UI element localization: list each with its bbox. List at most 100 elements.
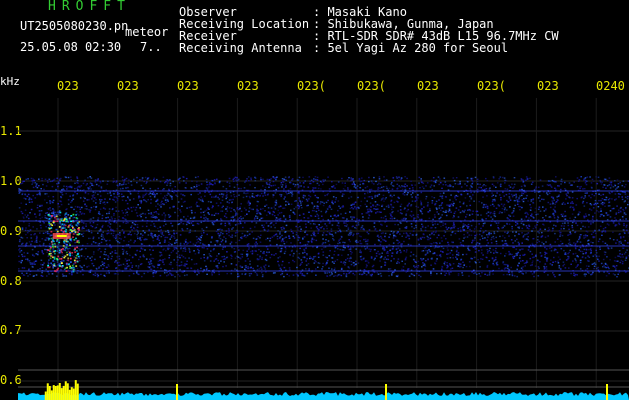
noise-pixel [623,186,626,188]
noise-pixel [128,275,131,277]
noise-pixel [29,262,31,264]
noise-pixel [371,273,373,276]
noise-pixel [45,185,48,187]
noise-pixel [521,268,524,271]
noise-pixel [522,181,525,183]
noise-pixel [303,248,305,251]
noise-pixel [582,225,584,228]
noise-pixel [520,178,523,180]
noise-pixel [444,196,447,198]
noise-pixel [162,249,164,251]
noise-pixel [242,249,245,252]
noise-pixel [111,255,113,258]
noise-pixel [247,200,250,202]
noise-pixel [524,253,526,256]
noise-pixel [248,204,251,206]
noise-pixel [433,180,435,183]
noise-pixel [525,272,527,274]
noise-pixel [583,237,585,239]
noise-pixel [453,215,455,218]
noise-pixel [451,231,453,234]
noise-pixel [211,272,213,274]
noise-pixel [306,254,308,256]
noise-pixel [176,256,179,258]
noise-pixel [108,208,111,210]
noise-pixel [214,244,216,246]
noise-pixel [448,204,450,206]
noise-pixel [478,249,480,252]
noise-pixel [228,177,231,180]
noise-pixel [549,206,552,209]
noise-pixel [92,221,95,224]
noise-pixel [79,211,82,213]
noise-pixel [39,194,42,197]
noise-pixel [391,272,393,274]
noise-pixel [290,209,292,211]
noise-pixel [19,247,21,250]
noise-pixel [378,204,380,206]
noise-pixel [300,259,303,261]
noise-pixel [129,239,132,241]
noise-pixel [481,235,483,237]
noise-pixel [259,230,262,232]
noise-pixel [60,225,63,227]
noise-pixel [520,218,523,220]
noise-pixel [164,216,166,218]
noise-pixel [569,206,572,209]
noise-pixel [505,179,508,182]
noise-pixel [82,182,85,185]
noise-pixel [542,206,544,208]
noise-pixel [562,213,565,215]
noise-pixel [485,212,488,215]
noise-pixel [228,182,231,184]
noise-pixel [255,215,257,217]
noise-pixel [598,211,600,213]
noise-pixel [116,256,118,258]
noise-pixel [73,208,75,211]
noise-pixel [592,255,595,257]
noise-pixel [313,210,316,212]
noise-pixel [550,250,553,252]
noise-pixel [486,256,488,259]
noise-pixel [173,235,175,237]
noise-pixel [350,260,353,263]
noise-pixel [587,239,590,241]
noise-pixel [464,197,467,199]
noise-pixel [133,189,136,191]
noise-pixel [348,248,351,251]
noise-pixel [569,243,572,246]
noise-pixel [567,252,569,255]
noise-pixel [128,240,130,243]
noise-pixel [150,213,152,215]
noise-pixel [195,263,198,265]
noise-pixel [82,200,85,202]
noise-pixel [206,181,208,183]
noise-pixel [509,186,512,188]
noise-pixel [567,202,569,204]
noise-pixel [430,227,432,229]
noise-pixel [123,231,125,233]
noise-pixel [328,255,331,257]
noise-pixel [115,210,118,212]
noise-pixel [134,223,137,226]
noise-pixel [117,273,119,275]
noise-pixel [152,191,155,194]
noise-pixel [88,218,91,220]
noise-pixel [247,176,250,178]
noise-pixel [424,226,427,229]
noise-pixel [129,193,132,195]
noise-pixel [518,257,521,259]
noise-pixel [272,272,275,274]
noise-pixel [268,186,270,188]
noise-pixel [339,242,341,244]
noise-pixel [236,195,238,197]
noise-pixel [114,249,117,252]
noise-pixel [309,191,312,193]
noise-pixel [474,261,476,263]
noise-pixel [341,195,344,197]
noise-pixel [515,248,518,250]
noise-pixel [46,232,49,235]
noise-pixel [391,208,393,211]
noise-pixel [614,274,616,276]
noise-pixel [466,177,469,179]
